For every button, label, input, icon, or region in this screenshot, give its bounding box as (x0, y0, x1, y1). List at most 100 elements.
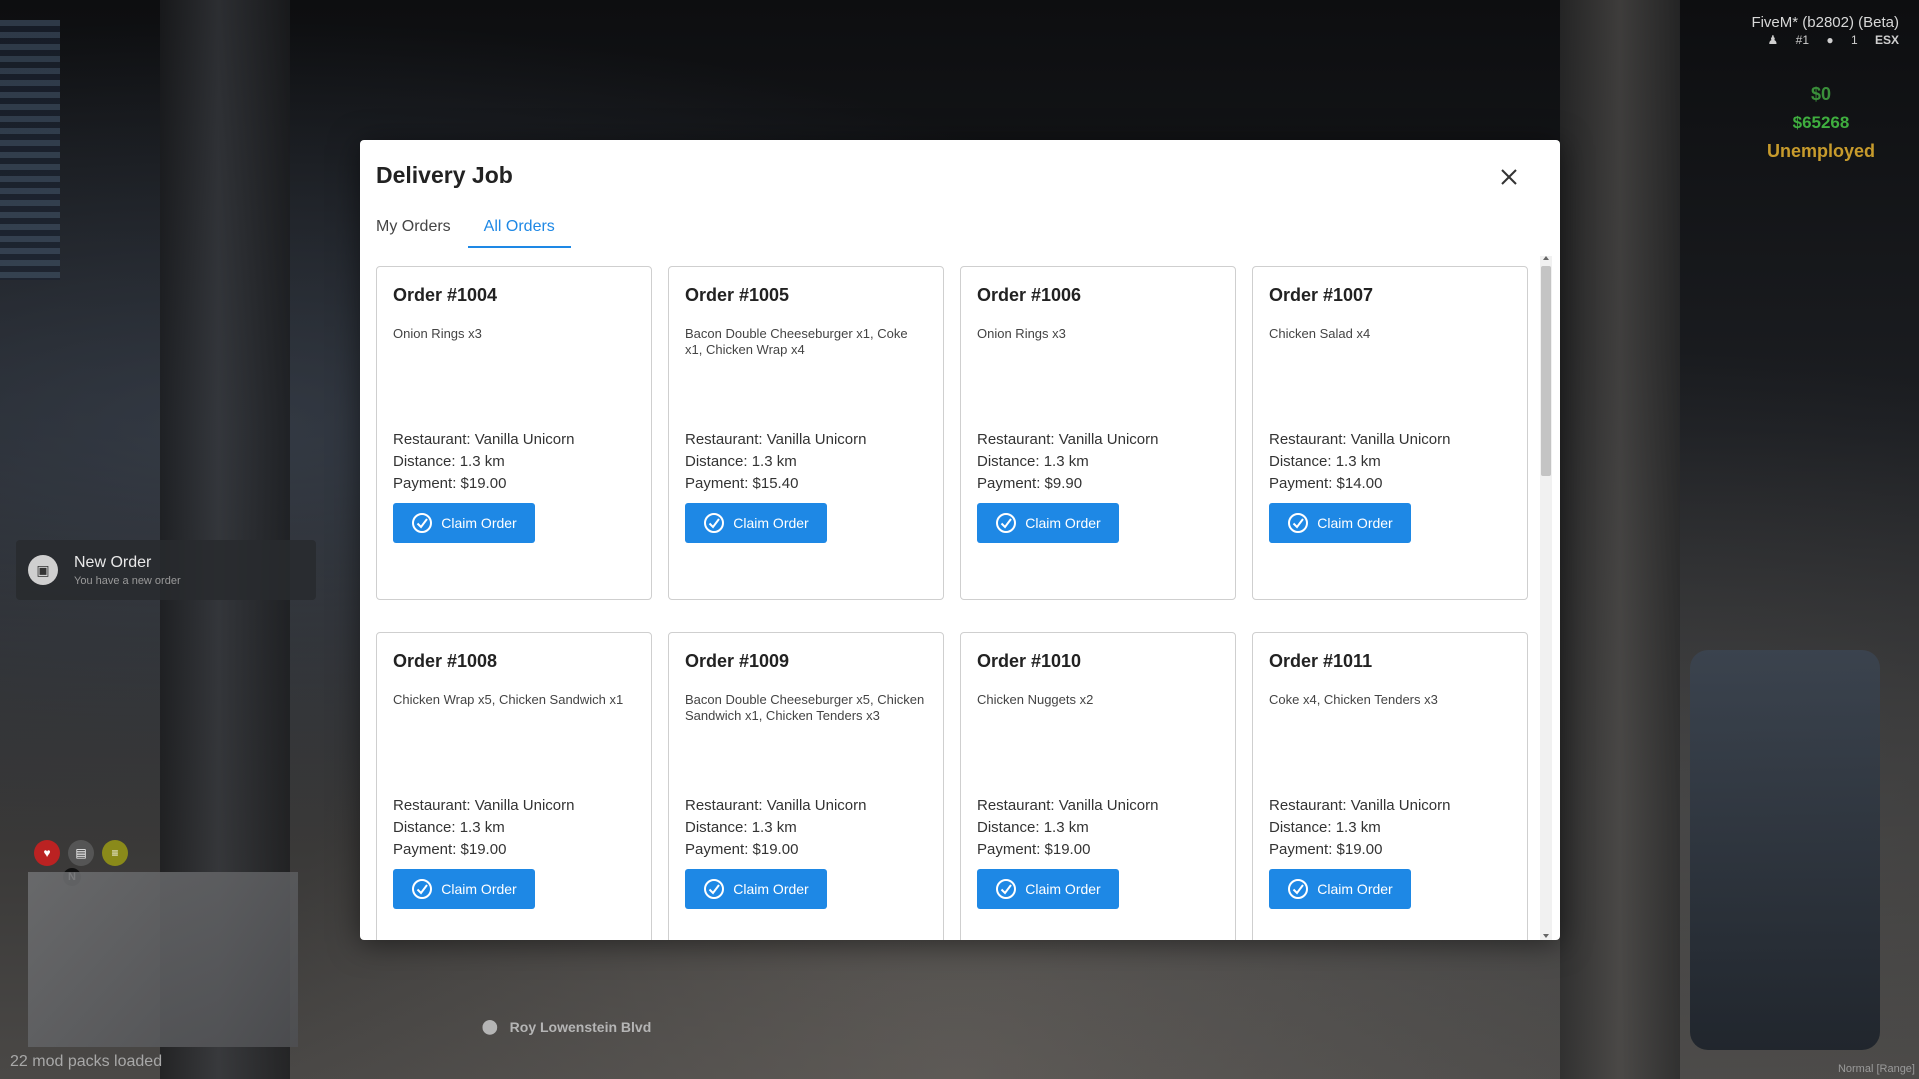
claim-order-button[interactable]: Claim Order (393, 869, 535, 909)
scrollbar[interactable] (1540, 256, 1552, 940)
order-card: Order #1009 Bacon Double Cheeseburger x5… (668, 632, 944, 940)
order-distance: Distance: 1.3 km (393, 819, 505, 836)
order-card: Order #1011 Coke x4, Chicken Tenders x3 … (1252, 632, 1528, 940)
claim-order-button[interactable]: Claim Order (685, 503, 827, 543)
notification-title: New Order (74, 553, 152, 571)
order-info: Restaurant: Vanilla Unicorn Distance: 1.… (1269, 429, 1450, 495)
tab-all-orders[interactable]: All Orders (467, 210, 571, 248)
order-title: Order #1008 (393, 651, 498, 671)
background-public-phone (1690, 650, 1880, 1050)
voice-mode: Normal [Range] (1837, 1063, 1915, 1075)
claim-order-label: Claim Order (1025, 515, 1101, 531)
claim-order-button[interactable]: Claim Order (977, 869, 1119, 909)
scroll-up-arrow[interactable] (1543, 256, 1549, 260)
claim-order-button[interactable]: Claim Order (1269, 503, 1411, 543)
order-restaurant: Restaurant: Vanilla Unicorn (685, 431, 867, 448)
order-distance: Distance: 1.3 km (1269, 453, 1381, 470)
order-distance: Distance: 1.3 km (393, 453, 505, 470)
new-order-notification: ▣ New Order You have a new order (16, 540, 316, 600)
background-building (0, 20, 60, 280)
orders-grid: Order #1004 Onion Rings x3 Restaurant: V… (376, 266, 1536, 940)
scroll-down-arrow[interactable] (1543, 934, 1549, 938)
order-card: Order #1008 Chicken Wrap x5, Chicken San… (376, 632, 652, 940)
check-circle-icon (996, 879, 1017, 899)
claim-order-label: Claim Order (1317, 881, 1393, 897)
order-items: Bacon Double Cheeseburger x1, Coke x1, C… (685, 326, 908, 357)
order-items: Bacon Double Cheeseburger x5, Chicken Sa… (685, 692, 925, 723)
order-info: Restaurant: Vanilla Unicorn Distance: 1.… (1269, 795, 1450, 861)
order-items: Onion Rings x3 (977, 326, 1066, 341)
notification-text: New Order You have a new order (74, 554, 181, 587)
player-count-icon: ● (1826, 33, 1834, 47)
order-items: Chicken Wrap x5, Chicken Sandwich x1 (393, 692, 624, 707)
notification-icon: ▣ (28, 555, 58, 585)
order-distance: Distance: 1.3 km (685, 453, 797, 470)
order-payment: Payment: $19.00 (977, 841, 1091, 858)
order-restaurant: Restaurant: Vanilla Unicorn (393, 797, 575, 814)
close-icon (1501, 169, 1517, 185)
scroll-thumb[interactable] (1541, 266, 1551, 476)
check-circle-icon (412, 513, 433, 533)
hud-stats-row: ♟ #1 ● 1 ESX (1751, 33, 1899, 47)
delivery-job-modal: Delivery Job My Orders All Orders Order … (360, 140, 1560, 940)
order-distance: Distance: 1.3 km (1269, 819, 1381, 836)
check-circle-icon (996, 513, 1017, 533)
tab-my-orders[interactable]: My Orders (376, 210, 466, 248)
order-restaurant: Restaurant: Vanilla Unicorn (1269, 797, 1451, 814)
notification-subtitle: You have a new order (74, 574, 181, 587)
claim-order-label: Claim Order (1025, 881, 1101, 897)
order-restaurant: Restaurant: Vanilla Unicorn (1269, 431, 1451, 448)
armor-icon: ▤ (68, 840, 94, 866)
order-restaurant: Restaurant: Vanilla Unicorn (685, 797, 867, 814)
order-info: Restaurant: Vanilla Unicorn Distance: 1.… (977, 795, 1158, 861)
claim-order-button[interactable]: Claim Order (977, 503, 1119, 543)
order-items: Chicken Salad x4 (1269, 326, 1371, 341)
job-label: Unemployed (1766, 141, 1875, 161)
order-info: Restaurant: Vanilla Unicorn Distance: 1.… (977, 429, 1158, 495)
minimap-status-icons: ♥ ▤ ≡ (34, 840, 128, 866)
check-circle-icon (1288, 513, 1309, 533)
order-card: Order #1004 Onion Rings x3 Restaurant: V… (376, 266, 652, 600)
hunger-icon: ≡ (102, 840, 128, 866)
order-items: Onion Rings x3 (393, 326, 482, 341)
claim-order-button[interactable]: Claim Order (393, 503, 535, 543)
player-count: 1 (1850, 33, 1858, 47)
order-payment: Payment: $19.00 (393, 475, 507, 492)
order-items: Coke x4, Chicken Tenders x3 (1269, 692, 1438, 707)
order-restaurant: Restaurant: Vanilla Unicorn (393, 431, 575, 448)
bank-amount: $65268 (1792, 113, 1850, 132)
background-pillar-right (1560, 0, 1680, 1079)
hud-server-info: FiveM* (b2802) (Beta) ♟ #1 ● 1 ESX (1751, 14, 1899, 47)
order-card: Order #1007 Chicken Salad x4 Restaurant:… (1252, 266, 1528, 600)
order-title: Order #1005 (685, 285, 790, 305)
order-card: Order #1010 Chicken Nuggets x2 Restauran… (960, 632, 1236, 940)
order-info: Restaurant: Vanilla Unicorn Distance: 1.… (393, 795, 574, 861)
claim-order-label: Claim Order (441, 515, 517, 531)
check-circle-icon (704, 879, 725, 899)
order-info: Restaurant: Vanilla Unicorn Distance: 1.… (685, 795, 866, 861)
order-payment: Payment: $15.40 (685, 475, 799, 492)
hud-money: $0 $65268 Unemployed (1767, 84, 1875, 162)
claim-order-button[interactable]: Claim Order (685, 869, 827, 909)
order-info: Restaurant: Vanilla Unicorn Distance: 1.… (393, 429, 574, 495)
street-indicator: ⬤ Roy Lowenstein Blvd (482, 1018, 651, 1035)
minimap (28, 872, 298, 1047)
order-restaurant: Restaurant: Vanilla Unicorn (977, 431, 1159, 448)
order-card: Order #1005 Bacon Double Cheeseburger x1… (668, 266, 944, 600)
order-payment: Payment: $19.00 (1269, 841, 1383, 858)
framework-label: ESX (1874, 33, 1899, 47)
location-pin-icon: ⬤ (482, 1018, 498, 1034)
orders-scroll-area: Order #1004 Onion Rings x3 Restaurant: V… (376, 266, 1536, 940)
claim-order-label: Claim Order (733, 881, 809, 897)
player-icon: ♟ (1767, 33, 1779, 47)
order-distance: Distance: 1.3 km (977, 453, 1089, 470)
order-info: Restaurant: Vanilla Unicorn Distance: 1.… (685, 429, 866, 495)
order-payment: Payment: $14.00 (1269, 475, 1383, 492)
claim-order-button[interactable]: Claim Order (1269, 869, 1411, 909)
order-distance: Distance: 1.3 km (977, 819, 1089, 836)
order-payment: Payment: $9.90 (977, 475, 1083, 492)
close-button[interactable] (1496, 164, 1522, 190)
order-restaurant: Restaurant: Vanilla Unicorn (977, 797, 1159, 814)
server-name: FiveM* (b2802) (Beta) (1751, 14, 1899, 31)
player-id: #1 (1795, 33, 1810, 47)
